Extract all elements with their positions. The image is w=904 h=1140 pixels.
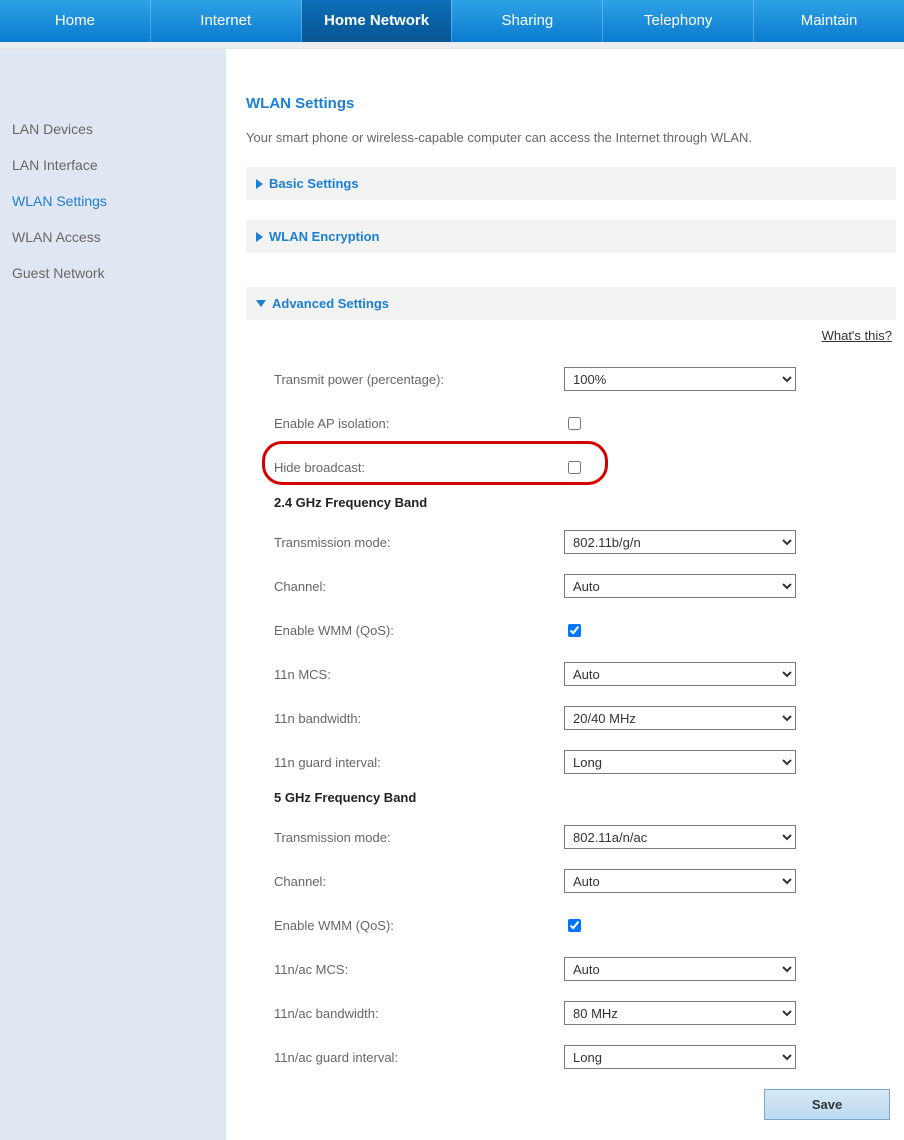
b24-bandwidth-select[interactable]: 20/40 MHz xyxy=(564,706,796,730)
nav-tab-home-network[interactable]: Home Network xyxy=(302,0,452,42)
row-enable-ap-isolation: Enable AP isolation: xyxy=(274,401,896,445)
sidebar: LAN Devices LAN Interface WLAN Settings … xyxy=(0,49,226,1140)
b24-enable-wmm-checkbox[interactable] xyxy=(568,624,581,637)
b5-bandwidth-select[interactable]: 80 MHz xyxy=(564,1001,796,1025)
row-5-mcs: 11n/ac MCS: Auto xyxy=(274,947,896,991)
row-transmit-power: Transmit power (percentage): 100% xyxy=(274,357,896,401)
advanced-form: Transmit power (percentage): 100% Enable… xyxy=(246,357,896,1120)
row-24-channel: Channel: Auto xyxy=(274,564,896,608)
section-basic-settings[interactable]: Basic Settings xyxy=(246,167,896,200)
b24-bandwidth-label: 11n bandwidth: xyxy=(274,711,564,726)
band-24-heading: 2.4 GHz Frequency Band xyxy=(274,489,896,520)
section-advanced-settings[interactable]: Advanced Settings xyxy=(246,287,896,320)
chevron-right-icon xyxy=(256,232,263,242)
row-hide-broadcast: Hide broadcast: xyxy=(274,445,896,489)
nav-tab-maintain[interactable]: Maintain xyxy=(754,0,904,42)
b24-mcs-label: 11n MCS: xyxy=(274,667,564,682)
hide-broadcast-checkbox[interactable] xyxy=(568,461,581,474)
row-5-bandwidth: 11n/ac bandwidth: 80 MHz xyxy=(274,991,896,1035)
b5-bandwidth-label: 11n/ac bandwidth: xyxy=(274,1006,564,1021)
b24-enable-wmm-label: Enable WMM (QoS): xyxy=(274,623,564,638)
section-encryption-label: WLAN Encryption xyxy=(269,229,380,244)
b24-transmission-mode-select[interactable]: 802.11b/g/n xyxy=(564,530,796,554)
b24-guard-label: 11n guard interval: xyxy=(274,755,564,770)
chevron-right-icon xyxy=(256,179,263,189)
nav-tab-home[interactable]: Home xyxy=(0,0,150,42)
b5-channel-label: Channel: xyxy=(274,874,564,889)
nav-tab-internet[interactable]: Internet xyxy=(151,0,301,42)
chevron-down-icon xyxy=(256,300,266,307)
b5-mcs-label: 11n/ac MCS: xyxy=(274,962,564,977)
b24-channel-select[interactable]: Auto xyxy=(564,574,796,598)
row-5-transmission-mode: Transmission mode: 802.11a/n/ac xyxy=(274,815,896,859)
sidebar-item-wlan-settings[interactable]: WLAN Settings xyxy=(0,183,226,219)
b5-transmission-mode-select[interactable]: 802.11a/n/ac xyxy=(564,825,796,849)
nav-tab-sharing[interactable]: Sharing xyxy=(452,0,602,42)
row-5-enable-wmm: Enable WMM (QoS): xyxy=(274,903,896,947)
sidebar-item-wlan-access[interactable]: WLAN Access xyxy=(0,219,226,255)
b24-transmission-mode-label: Transmission mode: xyxy=(274,535,564,550)
top-nav: Home Internet Home Network Sharing Telep… xyxy=(0,0,904,42)
row-24-mcs: 11n MCS: Auto xyxy=(274,652,896,696)
b5-mcs-select[interactable]: Auto xyxy=(564,957,796,981)
sub-bar xyxy=(0,42,904,49)
row-24-transmission-mode: Transmission mode: 802.11b/g/n xyxy=(274,520,896,564)
enable-ap-isolation-label: Enable AP isolation: xyxy=(274,416,564,431)
row-24-bandwidth: 11n bandwidth: 20/40 MHz xyxy=(274,696,896,740)
b5-enable-wmm-checkbox[interactable] xyxy=(568,919,581,932)
sidebar-item-guest-network[interactable]: Guest Network xyxy=(0,255,226,291)
b24-mcs-select[interactable]: Auto xyxy=(564,662,796,686)
row-5-channel: Channel: Auto xyxy=(274,859,896,903)
section-advanced-label: Advanced Settings xyxy=(272,296,389,311)
row-5-guard: 11n/ac guard interval: Long xyxy=(274,1035,896,1079)
section-basic-label: Basic Settings xyxy=(269,176,359,191)
save-button[interactable]: Save xyxy=(764,1089,890,1120)
b5-channel-select[interactable]: Auto xyxy=(564,869,796,893)
nav-tab-telephony[interactable]: Telephony xyxy=(603,0,753,42)
transmit-power-label: Transmit power (percentage): xyxy=(274,372,564,387)
sidebar-item-lan-devices[interactable]: LAN Devices xyxy=(0,111,226,147)
band-5-heading: 5 GHz Frequency Band xyxy=(274,784,896,815)
whats-this-link[interactable]: What's this? xyxy=(822,328,892,343)
hide-broadcast-label: Hide broadcast: xyxy=(274,460,564,475)
b5-enable-wmm-label: Enable WMM (QoS): xyxy=(274,918,564,933)
page-intro: Your smart phone or wireless-capable com… xyxy=(246,130,896,145)
row-24-enable-wmm: Enable WMM (QoS): xyxy=(274,608,896,652)
row-24-guard: 11n guard interval: Long xyxy=(274,740,896,784)
b24-channel-label: Channel: xyxy=(274,579,564,594)
b5-guard-select[interactable]: Long xyxy=(564,1045,796,1069)
page-title: WLAN Settings xyxy=(246,95,896,112)
b5-guard-label: 11n/ac guard interval: xyxy=(274,1050,564,1065)
enable-ap-isolation-checkbox[interactable] xyxy=(568,417,581,430)
b5-transmission-mode-label: Transmission mode: xyxy=(274,830,564,845)
section-wlan-encryption[interactable]: WLAN Encryption xyxy=(246,220,896,253)
b24-guard-select[interactable]: Long xyxy=(564,750,796,774)
main-content: WLAN Settings Your smart phone or wirele… xyxy=(226,49,904,1140)
sidebar-item-lan-interface[interactable]: LAN Interface xyxy=(0,147,226,183)
transmit-power-select[interactable]: 100% xyxy=(564,367,796,391)
